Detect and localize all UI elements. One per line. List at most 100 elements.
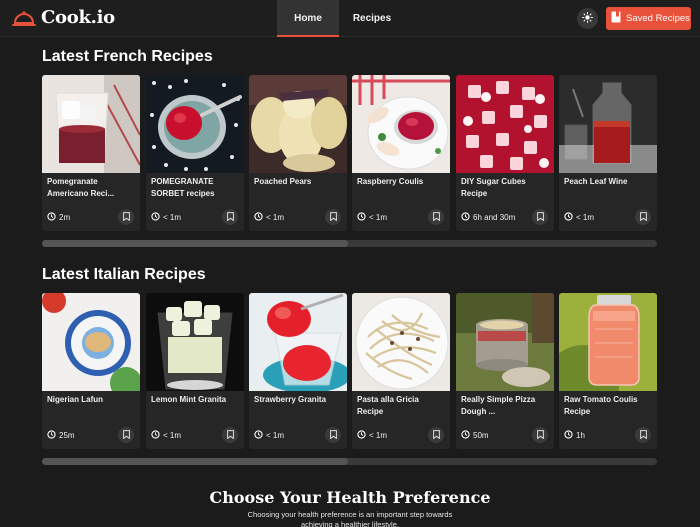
clock-icon: [254, 212, 263, 223]
bookmark-icon: [432, 426, 440, 444]
bookmark-button[interactable]: [222, 427, 238, 443]
clock-icon: [357, 212, 366, 223]
recipe-image: [146, 75, 244, 173]
clock-icon: [151, 212, 160, 223]
recipe-card[interactable]: Poached Pears < 1m: [249, 75, 347, 231]
recipe-card[interactable]: DIY Sugar Cubes Recipe 6h and 30m: [456, 75, 554, 231]
recipe-image: [42, 75, 140, 173]
recipe-image: [559, 75, 657, 173]
italian-recipes-row: Nigerian Lafun 25m Lemon Mint Granita < …: [42, 293, 658, 449]
cook-time: < 1m: [357, 212, 387, 223]
cook-time: < 1m: [151, 430, 181, 441]
cook-time: 25m: [47, 430, 75, 441]
recipe-image: [559, 293, 657, 391]
top-header: Cook.io Home Recipes Saved Recipes: [0, 0, 700, 37]
brand-name: Cook.io: [41, 7, 115, 28]
clock-icon: [151, 430, 160, 441]
bookmark-icon: [226, 426, 234, 444]
recipe-card[interactable]: Strawberry Granita < 1m: [249, 293, 347, 449]
section-title-italian: Latest Italian Recipes: [42, 266, 206, 283]
cook-time-label: < 1m: [576, 213, 595, 222]
cook-time: 2m: [47, 212, 70, 223]
bookmark-button[interactable]: [428, 209, 444, 225]
clock-icon: [564, 430, 573, 441]
recipe-card[interactable]: Nigerian Lafun 25m: [42, 293, 140, 449]
recipe-card[interactable]: Raw Tomato Coulis Recipe 1h: [559, 293, 657, 449]
cook-time: < 1m: [357, 430, 387, 441]
bookmark-button[interactable]: [118, 209, 134, 225]
recipe-image: [249, 75, 347, 173]
bookmark-button[interactable]: [325, 209, 341, 225]
recipe-image: [352, 75, 450, 173]
bookmark-button[interactable]: [222, 209, 238, 225]
french-row-scrollbar[interactable]: [42, 240, 657, 247]
bookmark-icon: [536, 426, 544, 444]
cook-time-label: 1h: [576, 431, 585, 440]
saved-recipes-label: Saved Recipes: [626, 13, 690, 24]
recipe-title: Lemon Mint Granita: [151, 395, 227, 404]
bookmark-icon: [432, 208, 440, 226]
recipe-title: POMEGRANATE SORBET recipes: [151, 177, 215, 198]
clock-icon: [254, 430, 263, 441]
recipe-card[interactable]: Pomegranate Americano Reci... 2m: [42, 75, 140, 231]
cook-time: 6h and 30m: [461, 212, 515, 223]
clock-icon: [357, 430, 366, 441]
recipe-image: [249, 293, 347, 391]
bookmark-button[interactable]: [635, 427, 651, 443]
recipe-card[interactable]: Peach Leaf Wine < 1m: [559, 75, 657, 231]
italian-row-scrollbar[interactable]: [42, 458, 657, 465]
recipe-image: [42, 293, 140, 391]
recipe-image: [456, 75, 554, 173]
recipe-card[interactable]: Pasta alla Gricia Recipe < 1m: [352, 293, 450, 449]
recipe-image: [352, 293, 450, 391]
bookmark-icon: [329, 208, 337, 226]
french-recipes-row: Pomegranate Americano Reci... 2m POMEGRA…: [42, 75, 658, 231]
clock-icon: [47, 430, 56, 441]
recipe-card[interactable]: Lemon Mint Granita < 1m: [146, 293, 244, 449]
recipe-title: Pomegranate Americano Reci...: [47, 177, 115, 198]
nav-tab-recipes[interactable]: Recipes: [341, 0, 403, 37]
bookmark-icon: [122, 426, 130, 444]
clock-icon: [47, 212, 56, 223]
cook-time-label: < 1m: [266, 213, 285, 222]
brand-logo[interactable]: Cook.io: [12, 7, 115, 28]
recipe-title: Raw Tomato Coulis Recipe: [564, 395, 638, 416]
recipe-title: DIY Sugar Cubes Recipe: [461, 177, 526, 198]
bookmark-button[interactable]: [635, 209, 651, 225]
recipe-title: Really Simple Pizza Dough ...: [461, 395, 536, 416]
bookmark-icon: [329, 426, 337, 444]
bookmark-button[interactable]: [532, 209, 548, 225]
cook-time-label: 50m: [473, 431, 489, 440]
recipe-title: Strawberry Granita: [254, 395, 327, 404]
cook-time-label: 6h and 30m: [473, 213, 516, 222]
health-section-title: Choose Your Health Preference: [209, 488, 491, 507]
cook-time: < 1m: [254, 430, 284, 441]
recipe-card[interactable]: POMEGRANATE SORBET recipes < 1m: [146, 75, 244, 231]
cook-time: 1h: [564, 430, 585, 441]
health-section-subtitle: Choosing your health preference is an im…: [247, 510, 453, 527]
clock-icon: [461, 212, 470, 223]
section-title-french: Latest French Recipes: [42, 48, 213, 65]
cook-time-label: 2m: [59, 213, 71, 222]
cook-time-label: 25m: [59, 431, 75, 440]
sun-icon: [582, 10, 593, 28]
bookmark-button[interactable]: [325, 427, 341, 443]
clock-icon: [461, 430, 470, 441]
bookmark-icon: [639, 426, 647, 444]
theme-toggle-button[interactable]: [577, 8, 598, 29]
scrollbar-thumb[interactable]: [42, 240, 348, 247]
recipe-card[interactable]: Really Simple Pizza Dough ... 50m: [456, 293, 554, 449]
book-icon: [611, 11, 621, 26]
bookmark-button[interactable]: [118, 427, 134, 443]
nav-tab-home[interactable]: Home: [277, 0, 339, 37]
recipe-image: [146, 293, 244, 391]
recipe-title: Raspberry Coulis: [357, 177, 424, 186]
cook-time: < 1m: [151, 212, 181, 223]
bookmark-icon: [536, 208, 544, 226]
recipe-card[interactable]: Raspberry Coulis < 1m: [352, 75, 450, 231]
scrollbar-thumb[interactable]: [42, 458, 348, 465]
bookmark-button[interactable]: [428, 427, 444, 443]
saved-recipes-button[interactable]: Saved Recipes: [606, 7, 691, 30]
bookmark-button[interactable]: [532, 427, 548, 443]
cook-time: 50m: [461, 430, 489, 441]
